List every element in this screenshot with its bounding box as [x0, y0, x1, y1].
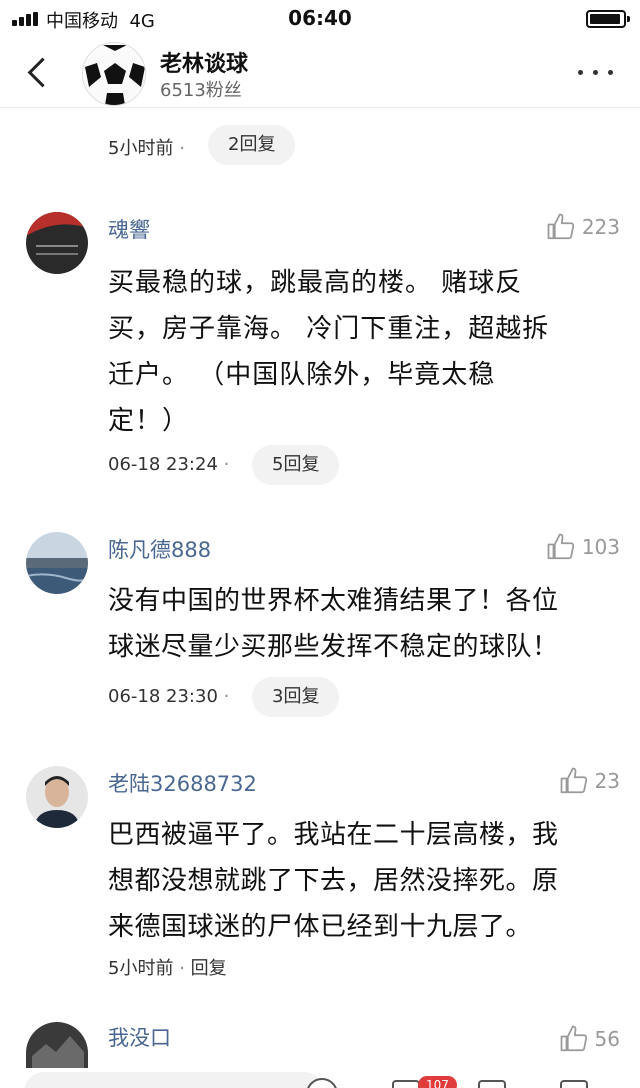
like-button[interactable]: 103: [546, 532, 620, 562]
battery-icon: [586, 10, 630, 28]
comment-text: 没有中国的世界杯太难猜结果了！各位 球迷尽量少买那些发挥不稳定的球队！: [108, 578, 628, 670]
status-bar: 中国移动 4G 06:40: [0, 0, 640, 36]
avatar-image: [26, 532, 88, 594]
comment-input[interactable]: [24, 1072, 324, 1088]
meta-separator: ·: [223, 454, 230, 475]
comment-time: 5小时前: [108, 958, 174, 979]
avatar-image: [26, 212, 88, 274]
reply-count-button[interactable]: 2回复: [208, 125, 296, 165]
back-button[interactable]: [20, 50, 60, 94]
author-fans-count: 6513粉丝: [160, 80, 242, 101]
comment-line: 巴西被逼平了。我站在二十层高楼，我: [108, 820, 559, 850]
avatar[interactable]: [26, 212, 88, 274]
avatar[interactable]: [26, 766, 88, 828]
like-count: 23: [594, 769, 620, 793]
thumbs-up-icon: [560, 1025, 587, 1052]
comment-meta: 5小时前 ·: [108, 134, 185, 160]
comment-line: 想都没想就跳了下去，居然没摔死。原: [108, 866, 559, 896]
like-button[interactable]: 56: [559, 1024, 620, 1054]
meta-separator: ·: [179, 138, 185, 159]
signal-icon: [12, 12, 40, 26]
comment-meta: 06-18 23:24 ·: [108, 454, 229, 475]
carrier-name: 中国移动: [46, 11, 118, 32]
like-count: 56: [594, 1027, 620, 1051]
avatar-image: [26, 1022, 88, 1068]
comment-icon[interactable]: [392, 1080, 420, 1088]
author-header: 老林谈球 6513粉丝: [0, 36, 640, 108]
comment-username[interactable]: 我没口: [108, 1022, 171, 1052]
comment-time: 06-18 23:24: [108, 454, 218, 475]
like-button[interactable]: 23: [559, 766, 620, 796]
meta-separator: ·: [223, 686, 230, 707]
comment-text: 买最稳的球，跳最高的楼。 赌球反 买，房子靠海。 冷门下重注，超越拆 迁户。 （…: [108, 260, 608, 444]
like-count: 223: [581, 215, 620, 239]
comment-text: 巴西被逼平了。我站在二十层高楼，我 想都没想就跳了下去，居然没摔死。原 来德国球…: [108, 812, 628, 950]
comment-line: 球迷尽量少买那些发挥不稳定的球队！: [108, 632, 559, 662]
like-button[interactable]: 223: [546, 212, 620, 242]
comment-line: 来德国球迷的尸体已经到十九层了。: [108, 912, 533, 942]
comment-line: 没有中国的世界杯太难猜结果了！各位: [108, 586, 559, 616]
thumbs-up-icon: [547, 213, 574, 240]
author-name[interactable]: 老林谈球: [160, 46, 248, 78]
comment-meta: 5小时前 · 回复: [108, 954, 227, 980]
author-avatar[interactable]: [82, 42, 146, 106]
comment-username[interactable]: 陈凡德888: [108, 534, 211, 564]
comment-count-badge: 107: [418, 1076, 457, 1088]
comment-username[interactable]: 老陆32688732: [108, 768, 257, 798]
soccer-ball-icon: [84, 44, 145, 105]
comment-username[interactable]: 魂響: [108, 214, 150, 244]
reply-count-button[interactable]: 5回复: [252, 445, 340, 485]
like-count: 103: [581, 535, 620, 559]
avatar[interactable]: [26, 532, 88, 594]
more-options-button[interactable]: [576, 60, 616, 84]
comment-line: 买，房子靠海。 冷门下重注，超越拆: [108, 314, 550, 344]
carrier-network: 中国移动 4G: [46, 7, 155, 33]
avatar-image: [26, 766, 88, 828]
share-icon[interactable]: [560, 1080, 588, 1088]
comment-line: 买最稳的球，跳最高的楼。 赌球反: [108, 268, 523, 298]
meta-separator: ·: [179, 958, 185, 979]
comment-line: 定！）: [108, 406, 190, 436]
comment-line: 迁户。 （中国队除外，毕竟太稳: [108, 360, 496, 390]
thumbs-up-icon: [547, 533, 574, 560]
favorite-icon[interactable]: [478, 1080, 506, 1088]
reply-count-button[interactable]: 3回复: [252, 677, 340, 717]
comment-meta: 06-18 23:30 ·: [108, 686, 229, 707]
comment-time: 06-18 23:30: [108, 686, 218, 707]
bottom-bar: 107: [0, 1068, 640, 1088]
network-type: 4G: [129, 11, 155, 32]
reply-link[interactable]: 回复: [191, 958, 227, 979]
avatar[interactable]: [26, 1022, 88, 1068]
thumbs-up-icon: [560, 767, 587, 794]
comment-time: 5小时前: [108, 138, 174, 159]
